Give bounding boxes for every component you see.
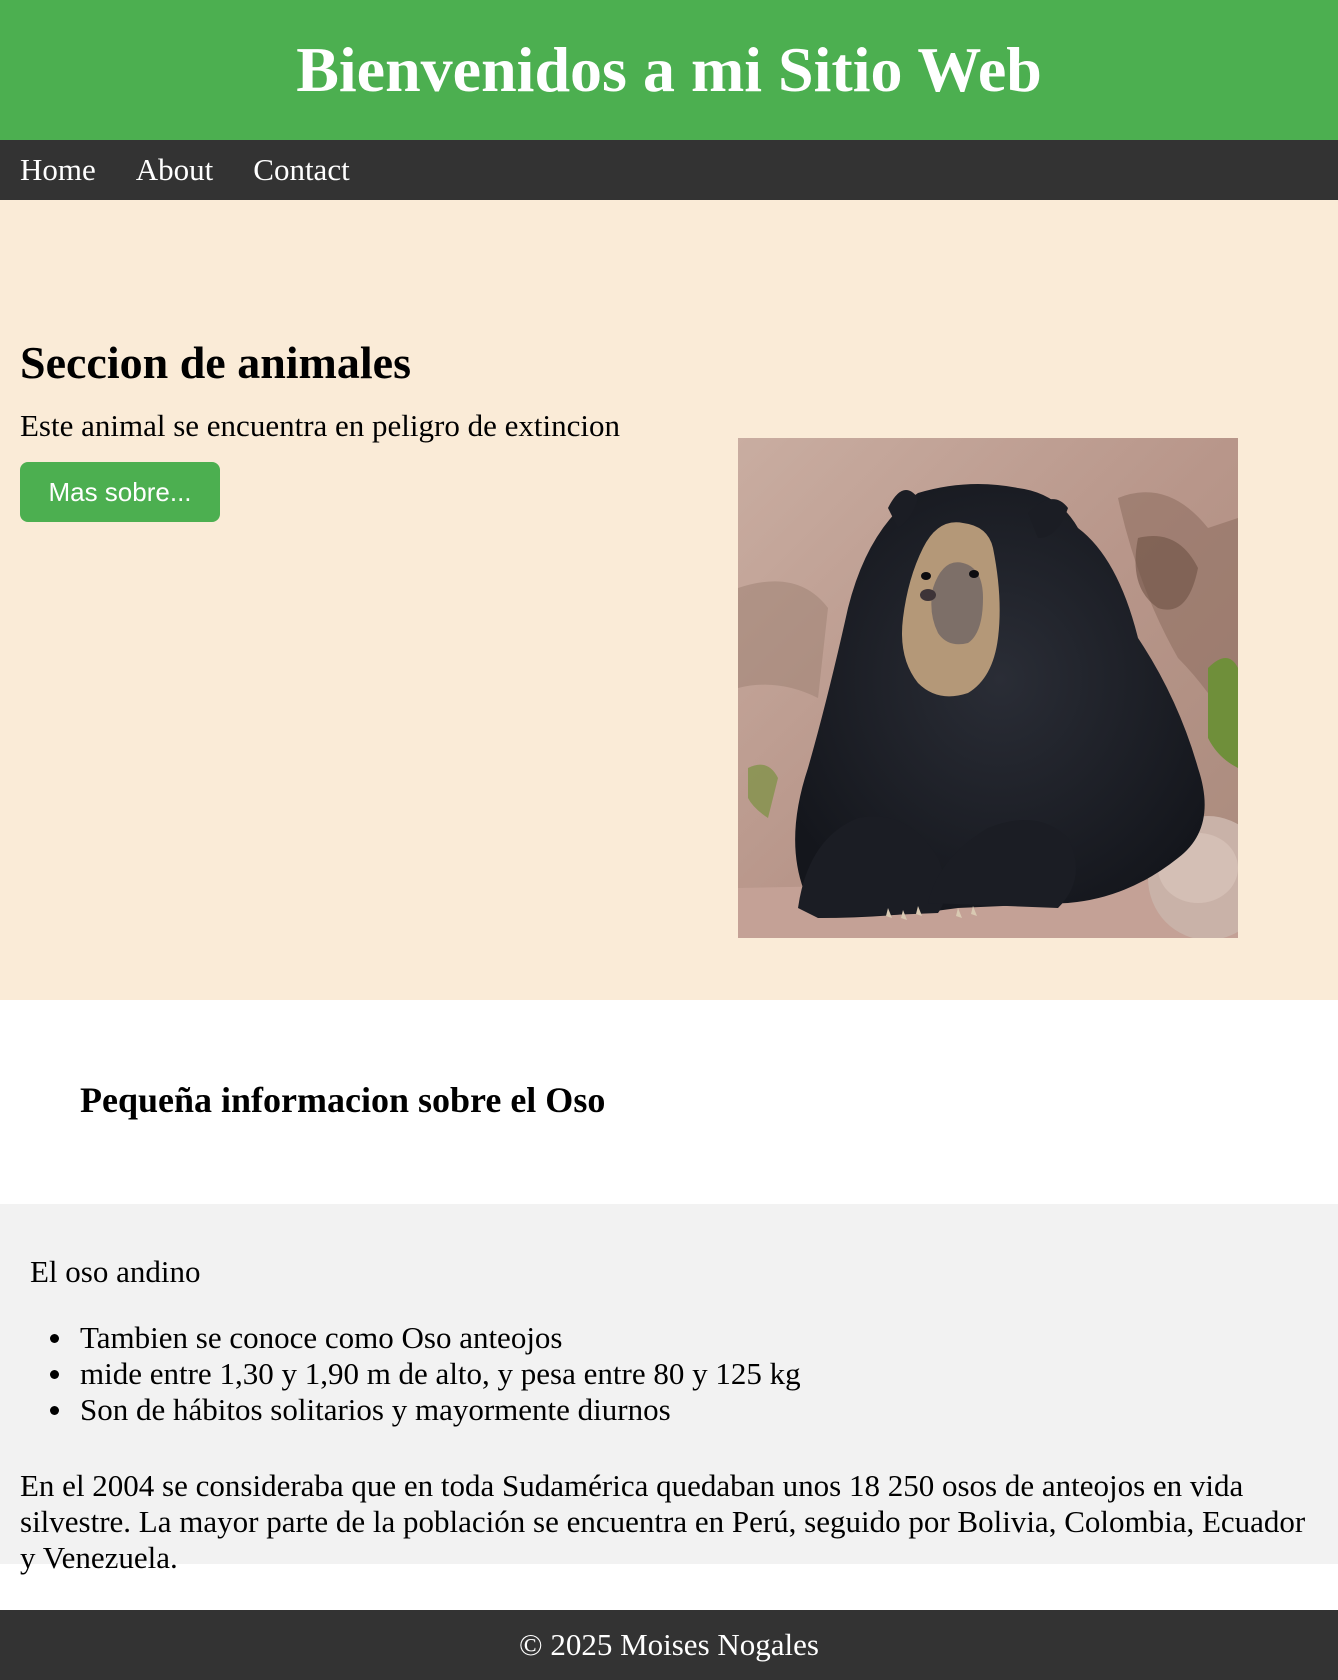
facts-list: Tambien se conoce como Oso anteojos mide… [50, 1320, 801, 1428]
site-footer: © 2025 Moises Nogales [0, 1610, 1338, 1680]
nav-link-about[interactable]: About [136, 152, 214, 188]
info-title: Pequeña informacion sobre el Oso [80, 1080, 606, 1120]
facts-lead: El oso andino [30, 1254, 201, 1289]
population-paragraph: En el 2004 se consideraba que en toda Su… [20, 1468, 1306, 1575]
list-item: mide entre 1,30 y 1,90 m de alto, y pesa… [50, 1356, 801, 1391]
nav-link-home[interactable]: Home [20, 152, 96, 188]
more-info-button[interactable]: Mas sobre... [20, 462, 220, 522]
hero-section: Seccion de animales Este animal se encue… [0, 200, 1338, 1000]
list-item: Son de hábitos solitarios y mayormente d… [50, 1392, 801, 1428]
footer-copyright: © 2025 Moises Nogales [519, 1627, 819, 1662]
hero-subtitle: Este animal se encuentra en peligro de e… [20, 408, 620, 443]
hero-title: Seccion de animales [20, 337, 411, 388]
list-item: Tambien se conoce como Oso anteojos [50, 1320, 801, 1356]
site-title: Bienvenidos a mi Sitio Web [296, 34, 1042, 105]
bear-image [738, 438, 1238, 938]
nav-link-contact[interactable]: Contact [253, 152, 349, 188]
main-nav: Home About Contact [0, 140, 1338, 200]
site-header: Bienvenidos a mi Sitio Web [0, 0, 1338, 140]
